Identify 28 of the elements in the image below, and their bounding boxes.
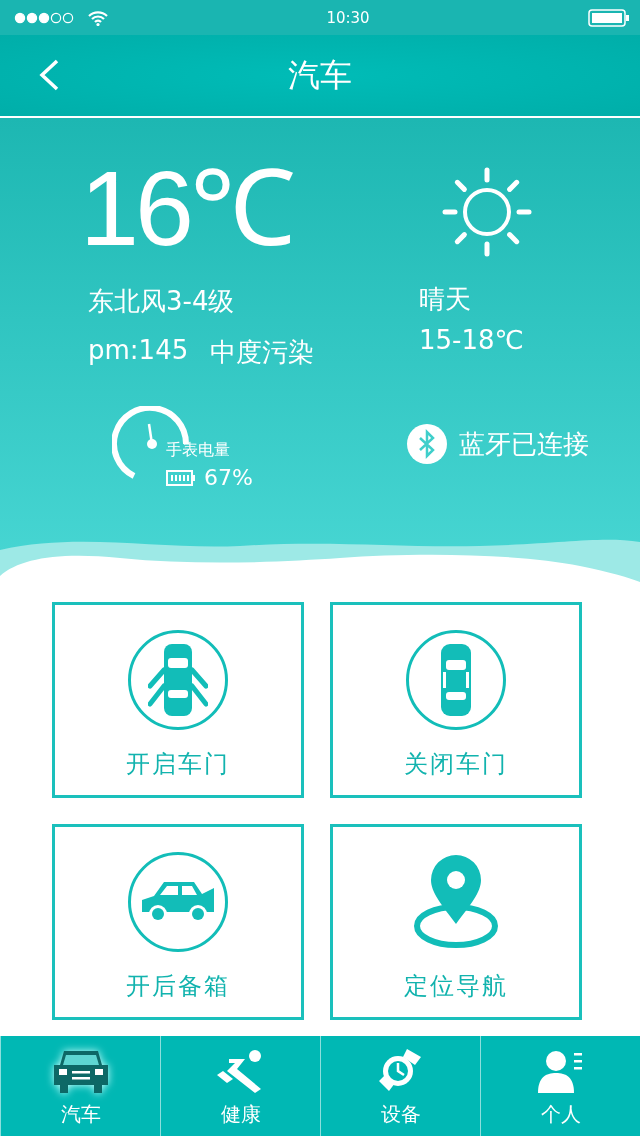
page-title: 汽车: [288, 56, 352, 94]
watch-battery-label: 手表电量: [166, 440, 231, 461]
wind-level: 东北风3-4级: [88, 285, 235, 318]
car-open-doors-icon: [148, 642, 208, 718]
map-pin-icon: [413, 854, 499, 950]
action-tile[interactable]: 定位导航: [330, 824, 582, 1020]
battery-icon: [166, 468, 196, 487]
pm-value: pm:145: [88, 335, 189, 367]
signal-icon: [14, 11, 74, 24]
tab[interactable]: 汽车: [0, 1036, 160, 1136]
action-tile[interactable]: 开后备箱: [52, 824, 304, 1020]
person-icon: [537, 1049, 584, 1093]
time: 10:30: [326, 8, 370, 27]
pollution-level: 中度污染: [210, 336, 315, 369]
bluetooth-status: 蓝牙已连接: [458, 427, 589, 461]
temperature: 16℃: [80, 156, 291, 260]
car-top-view-icon: [439, 642, 473, 718]
temperature-range: 15-18℃: [419, 325, 525, 355]
battery-icon: [588, 8, 630, 27]
battery-percent: 67%: [204, 465, 253, 490]
bluetooth-icon: [406, 424, 447, 464]
tab[interactable]: 健康: [160, 1036, 320, 1136]
tab[interactable]: 个人: [480, 1036, 640, 1136]
action-tile[interactable]: 开启车门: [52, 602, 304, 798]
tab[interactable]: 设备: [320, 1036, 480, 1136]
action-tile[interactable]: 关闭车门: [330, 602, 582, 798]
weather-condition: 晴天: [419, 283, 472, 316]
wifi-icon: [88, 9, 108, 26]
